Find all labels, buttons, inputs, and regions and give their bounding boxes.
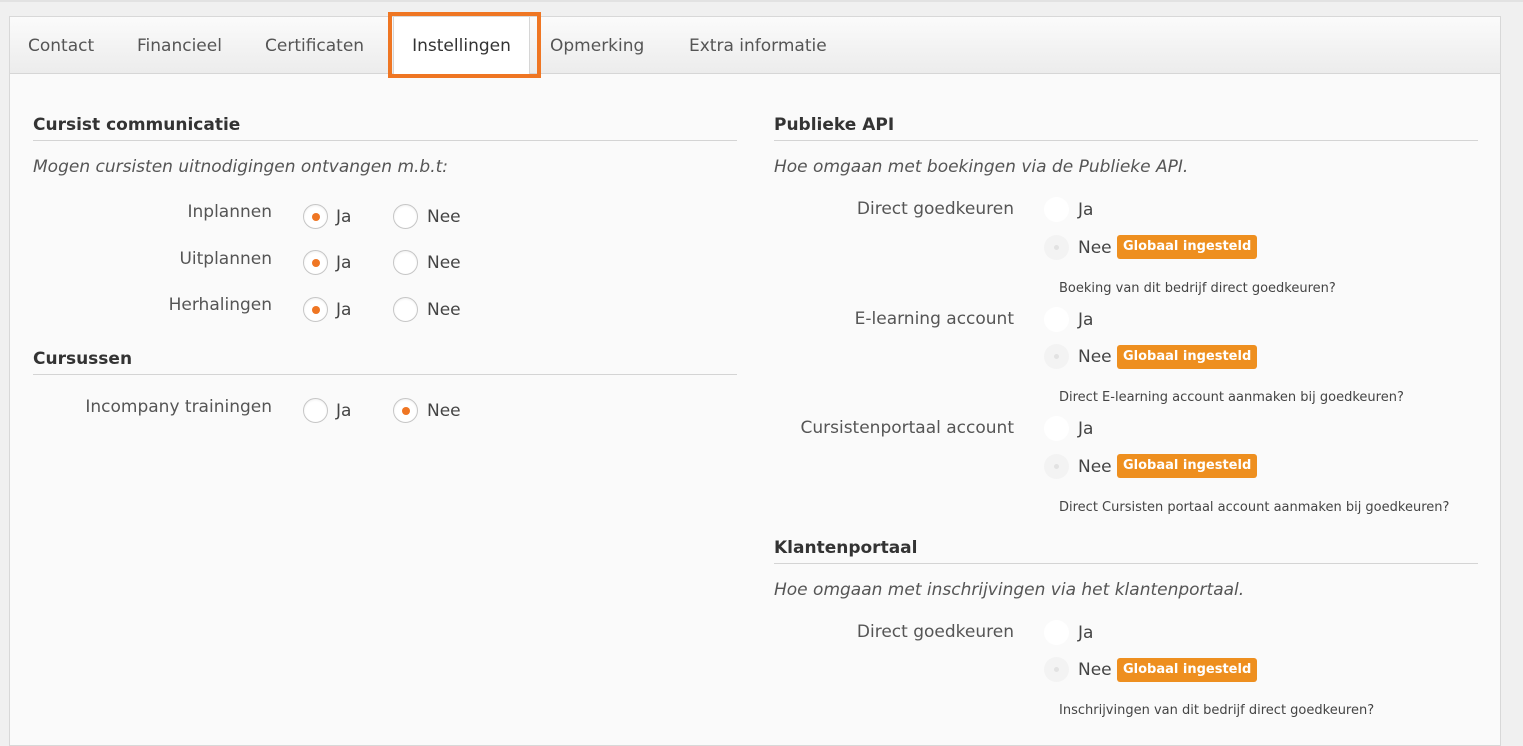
incompany-ja-label[interactable]: Ja — [336, 401, 351, 421]
api-direct-goedkeuren-label: Direct goedkeuren — [856, 199, 1014, 219]
api-elearning-label: E-learning account — [854, 309, 1014, 329]
section-klantenportaal: Klantenportaal — [774, 538, 1478, 564]
inplannen-ja-label[interactable]: Ja — [336, 207, 351, 227]
inplannen-nee-radio[interactable] — [393, 204, 418, 229]
api-cursistenportaal-global-badge: Globaal ingesteld — [1117, 454, 1258, 478]
klantenportaal-direct-ja-radio[interactable] — [1044, 620, 1069, 645]
api-direct-ja-radio[interactable] — [1044, 197, 1069, 222]
uitplannen-ja-radio[interactable] — [303, 250, 328, 275]
klantenportaal-direct-nee-label[interactable]: Nee — [1078, 660, 1112, 680]
klantenportaal-direct-goedkeuren-label: Direct goedkeuren — [856, 622, 1014, 642]
api-direct-nee-label[interactable]: Nee — [1078, 238, 1112, 258]
api-direct-help: Boeking van dit bedrijf direct goedkeure… — [1059, 281, 1336, 296]
incompany-label: Incompany trainingen — [85, 397, 272, 417]
tab-certificaten[interactable]: Certificaten — [265, 17, 364, 73]
api-intro: Hoe omgaan met boekingen via de Publieke… — [774, 157, 1189, 177]
tab-opmerking[interactable]: Opmerking — [550, 17, 644, 73]
herhalingen-label: Herhalingen — [168, 295, 272, 315]
top-divider — [0, 0, 1523, 2]
herhalingen-ja-radio[interactable] — [303, 297, 328, 322]
uitplannen-nee-label[interactable]: Nee — [427, 253, 461, 273]
api-cursistenportaal-nee-label[interactable]: Nee — [1078, 457, 1112, 477]
inplannen-label: Inplannen — [187, 202, 272, 222]
incompany-nee-label[interactable]: Nee — [427, 401, 461, 421]
api-cursistenportaal-nee-radio[interactable] — [1044, 454, 1069, 479]
api-direct-global-badge: Globaal ingesteld — [1117, 235, 1258, 259]
incompany-ja-radio[interactable] — [303, 398, 328, 423]
tab-bar: Contact Financieel Certificaten Instelli… — [10, 17, 1500, 74]
api-elearning-global-badge: Globaal ingesteld — [1117, 345, 1258, 369]
klantenportaal-direct-ja-label[interactable]: Ja — [1078, 623, 1093, 643]
api-elearning-nee-radio[interactable] — [1044, 344, 1069, 369]
herhalingen-nee-label[interactable]: Nee — [427, 300, 461, 320]
api-cursistenportaal-help: Direct Cursisten portaal account aanmake… — [1059, 500, 1450, 515]
api-elearning-ja-label[interactable]: Ja — [1078, 310, 1093, 330]
uitplannen-label: Uitplannen — [179, 249, 272, 269]
section-cursussen: Cursussen — [33, 349, 737, 375]
api-direct-nee-radio[interactable] — [1044, 235, 1069, 260]
communicatie-intro: Mogen cursisten uitnodigingen ontvangen … — [33, 157, 448, 177]
api-elearning-help: Direct E-learning account aanmaken bij g… — [1059, 390, 1404, 405]
klantenportaal-direct-nee-radio[interactable] — [1044, 657, 1069, 682]
klantenportaal-direct-help: Inschrijvingen van dit bedrijf direct go… — [1059, 703, 1375, 718]
klantenportaal-intro: Hoe omgaan met inschrijvingen via het kl… — [774, 580, 1245, 600]
section-publieke-api: Publieke API — [774, 115, 1478, 141]
api-cursistenportaal-ja-label[interactable]: Ja — [1078, 419, 1093, 439]
klantenportaal-direct-global-badge: Globaal ingesteld — [1117, 658, 1258, 682]
tab-extra-informatie[interactable]: Extra informatie — [689, 17, 827, 73]
uitplannen-ja-label[interactable]: Ja — [336, 253, 351, 273]
tab-financieel[interactable]: Financieel — [137, 17, 222, 73]
incompany-nee-radio[interactable] — [393, 398, 418, 423]
api-cursistenportaal-ja-radio[interactable] — [1044, 416, 1069, 441]
inplannen-nee-label[interactable]: Nee — [427, 207, 461, 227]
api-elearning-nee-label[interactable]: Nee — [1078, 347, 1112, 367]
herhalingen-nee-radio[interactable] — [393, 297, 418, 322]
api-cursistenportaal-label: Cursistenportaal account — [800, 418, 1014, 438]
inplannen-ja-radio[interactable] — [303, 204, 328, 229]
herhalingen-ja-label[interactable]: Ja — [336, 300, 351, 320]
section-cursist-communicatie: Cursist communicatie — [33, 115, 737, 141]
tab-instellingen[interactable]: Instellingen — [393, 17, 530, 74]
api-elearning-ja-radio[interactable] — [1044, 307, 1069, 332]
tab-contact[interactable]: Contact — [28, 17, 94, 73]
uitplannen-nee-radio[interactable] — [393, 250, 418, 275]
api-direct-ja-label[interactable]: Ja — [1078, 200, 1093, 220]
